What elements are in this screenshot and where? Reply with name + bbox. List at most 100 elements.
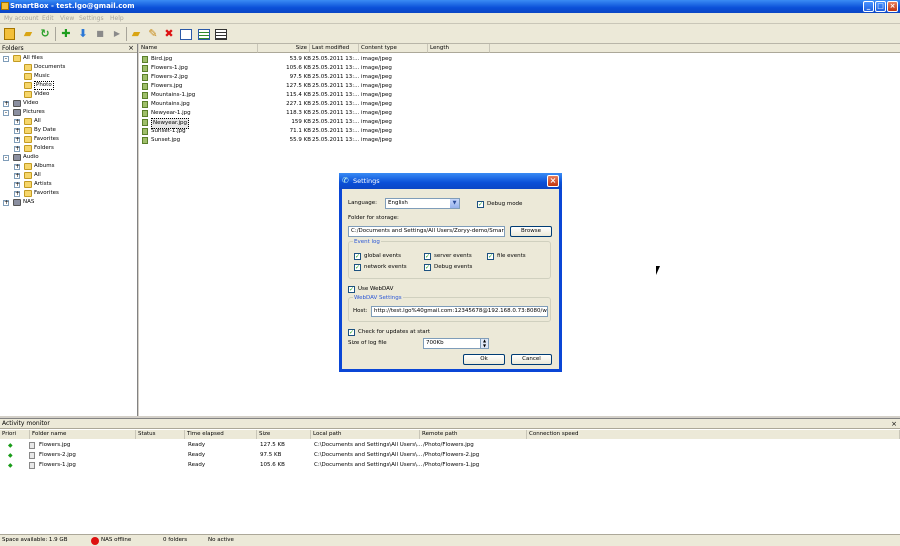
col-name[interactable]: Name (139, 44, 258, 53)
folder-tree-item[interactable]: Artists (34, 180, 52, 189)
add-icon[interactable]: ✚ (59, 27, 73, 41)
close-pane-icon[interactable]: × (128, 44, 134, 53)
dialog-close-button[interactable]: × (547, 175, 559, 187)
sidebar-toggle-icon[interactable] (4, 28, 15, 40)
network-events-checkbox[interactable]: ✓ (354, 264, 361, 271)
folder-tree-item[interactable]: Video (23, 99, 38, 108)
col-folder-name[interactable]: Folder name (30, 430, 136, 439)
menu-settings[interactable]: Settings (79, 15, 104, 22)
close-button[interactable]: × (887, 1, 898, 12)
new-folder-icon[interactable]: ▰ (129, 27, 143, 41)
browse-button[interactable]: Browse (510, 226, 552, 237)
col-last-modified[interactable]: Last modified (310, 44, 359, 53)
folder-tree-item[interactable]: Favorites (34, 189, 59, 198)
folder-tree-item[interactable]: All files (23, 54, 43, 63)
expand-toggle-icon[interactable]: + (14, 164, 20, 170)
check-updates-checkbox[interactable]: ✓ (348, 329, 355, 336)
use-webdav-checkbox[interactable]: ✓ (348, 286, 355, 293)
file-row[interactable]: Mountains.jpg 227.1 KB 25.05.2011 13:... im… (141, 100, 471, 109)
col-local-path[interactable]: Local path (311, 430, 420, 439)
expand-toggle-icon[interactable]: + (14, 137, 20, 143)
close-activity-icon[interactable]: × (891, 419, 897, 429)
log-size-spinner[interactable]: 700Kb ▲ ▼ (423, 338, 489, 349)
file-row[interactable]: Flowers-2.jpg 97.5 KB 25.05.2011 13:... ima… (141, 73, 471, 82)
file-row[interactable]: Sunset-1.jpg 71.1 KB 25.05.2011 13:... imag… (141, 127, 471, 136)
activity-row[interactable]: ◆ Flowers-1.jpg Ready 105.6 KB C:\Documents … (0, 461, 900, 470)
folder-tree-item[interactable]: Pictures (23, 108, 45, 117)
col-size[interactable]: Size (257, 430, 311, 439)
folder-tree-item[interactable]: Favorites (34, 135, 59, 144)
expand-toggle-icon[interactable]: + (14, 146, 20, 152)
expand-toggle-icon[interactable]: - (3, 110, 9, 116)
menu-my-account[interactable]: My account (4, 15, 39, 22)
stop-icon[interactable]: ■ (93, 27, 107, 41)
col-priority[interactable]: Priori (0, 430, 30, 439)
folder-tree-item[interactable]: NAS (23, 198, 34, 207)
expand-toggle-icon[interactable]: + (14, 173, 20, 179)
menu-edit[interactable]: Edit (42, 15, 54, 22)
folder-tree-item[interactable]: All (34, 117, 41, 126)
minimize-button[interactable]: _ (863, 1, 874, 12)
cancel-button[interactable]: Cancel (511, 354, 552, 365)
ok-button[interactable]: Ok (463, 354, 505, 365)
expand-toggle-icon[interactable]: - (3, 56, 9, 62)
activity-local-path: C:\Documents and Settings\All Users\... (314, 462, 423, 468)
col-content-type[interactable]: Content type (359, 44, 428, 53)
open-folder-icon[interactable]: ▰ (21, 27, 35, 41)
file-row[interactable]: Sunset.jpg 55.9 KB 25.05.2011 13:... image/… (141, 136, 471, 145)
spin-arrows-icon[interactable]: ▲ ▼ (480, 339, 488, 348)
expand-toggle-icon[interactable]: - (3, 155, 9, 161)
play-icon[interactable]: ▶ (110, 27, 124, 41)
file-row[interactable]: Flowers-1.jpg 105.6 KB 25.05.2011 13:... im… (141, 64, 471, 73)
folder-tree-item[interactable]: Documents (34, 63, 65, 72)
activity-row[interactable]: ◆ Flowers.jpg Ready 127.5 KB C:\Documents an… (0, 441, 900, 450)
refresh-icon[interactable]: ↻ (38, 27, 52, 41)
folder-tree-item[interactable]: Audio (23, 153, 39, 162)
folder-tree-item[interactable]: Folders (34, 144, 54, 153)
file-events-checkbox[interactable]: ✓ (487, 253, 494, 260)
folder-tree-item[interactable]: All (34, 171, 41, 180)
language-select[interactable]: English ▼ (385, 198, 460, 209)
menu-view[interactable]: View (60, 15, 74, 22)
col-length[interactable]: Length (428, 44, 490, 53)
col-time-elapsed[interactable]: Time elapsed (185, 430, 257, 439)
debug-events-checkbox[interactable]: ✓ (424, 264, 431, 271)
window-view-icon[interactable] (180, 29, 192, 40)
file-row[interactable]: Newyear-1.jpg 118.3 KB 25.05.2011 13:... im… (141, 109, 471, 118)
file-row[interactable]: Newyear.jpg 159 KB 25.05.2011 13:... image/… (141, 118, 471, 129)
folder-tree-item[interactable]: Video (34, 90, 49, 99)
col-remote-path[interactable]: Remote path (420, 430, 527, 439)
global-events-checkbox[interactable]: ✓ (354, 253, 361, 260)
file-row[interactable]: Bird.jpg 53.9 KB 25.05.2011 13:... image/jp… (141, 55, 471, 64)
debug-mode-checkbox[interactable]: ✓ (477, 201, 484, 208)
expand-toggle-icon[interactable]: + (14, 191, 20, 197)
host-input[interactable]: http://test.lgo%40gmail.com:12345678@192… (371, 306, 548, 317)
folder-tree-item[interactable]: Albums (34, 162, 55, 171)
download-icon[interactable]: ⬇ (76, 27, 90, 41)
file-type: image/jpeg (361, 74, 392, 80)
expand-toggle-icon[interactable]: + (14, 119, 20, 125)
folder-input[interactable]: C:/Documents and Settings/All Users/Zory… (348, 226, 505, 237)
expand-toggle-icon[interactable]: + (3, 101, 9, 107)
language-label: Language: (348, 200, 377, 206)
activity-row[interactable]: ◆ Flowers-2.jpg Ready 97.5 KB C:\Documents a… (0, 451, 900, 460)
col-size[interactable]: Size (258, 44, 310, 53)
expand-toggle-icon[interactable]: + (14, 182, 20, 188)
server-events-checkbox[interactable]: ✓ (424, 253, 431, 260)
log-view-icon[interactable] (215, 29, 227, 40)
rename-pencil-icon[interactable]: ✎ (146, 27, 160, 41)
file-row[interactable]: Flowers.jpg 127.5 KB 25.05.2011 13:... imag… (141, 82, 471, 91)
maximize-button[interactable]: □ (875, 1, 886, 12)
file-row[interactable]: Mountains-1.jpg 115.4 KB 25.05.2011 13:...… (141, 91, 471, 100)
folder-tree-item[interactable]: By Date (34, 126, 56, 135)
folder-tree-item[interactable]: Photo (34, 81, 54, 90)
col-connection-speed[interactable]: Connection speed (527, 430, 900, 439)
grid-view-icon[interactable] (198, 29, 210, 40)
folder-tree-item[interactable]: Music (34, 72, 50, 81)
menu-help[interactable]: Help (110, 15, 124, 22)
expand-toggle-icon[interactable]: + (14, 128, 20, 134)
expand-toggle-icon[interactable]: + (3, 200, 9, 206)
delete-icon[interactable]: ✖ (162, 27, 176, 41)
folder-icon (24, 127, 32, 134)
col-status[interactable]: Status (136, 430, 185, 439)
